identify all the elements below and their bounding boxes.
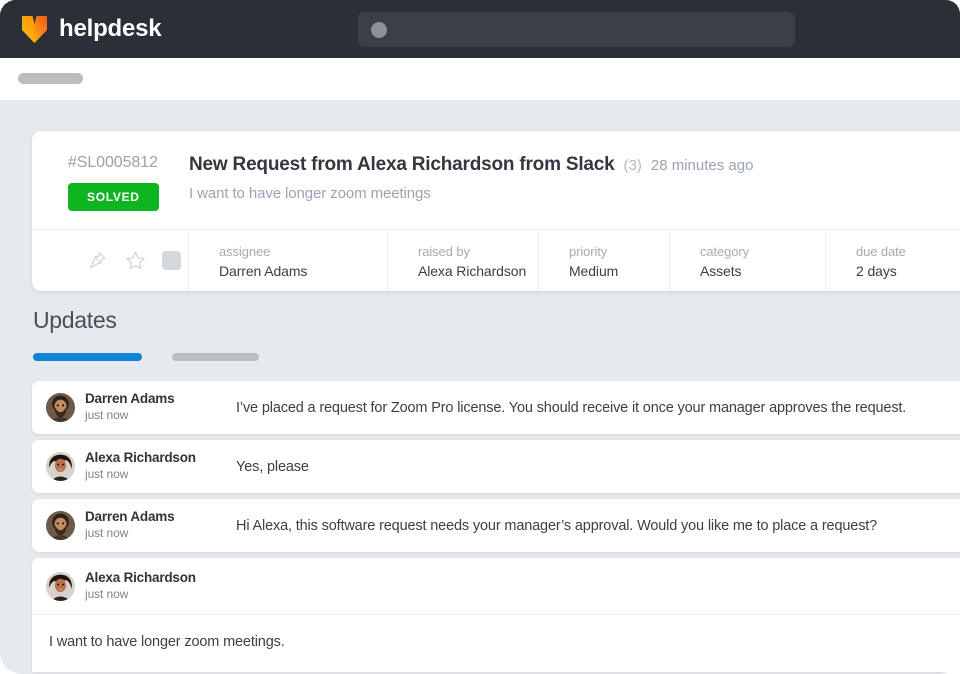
tab-updates[interactable] [33,353,142,361]
message-text: Hi Alexa, this software request needs yo… [236,518,877,534]
meta-assignee-label: assignee [219,244,387,259]
message-row[interactable]: Darren Adams just now I’ve placed a requ… [32,381,960,434]
search-bar[interactable] [358,12,795,47]
breadcrumb[interactable] [18,73,83,84]
meta-priority-value[interactable]: Medium [569,263,669,279]
message-author-block: Alexa Richardson just now [46,570,960,614]
message-author-meta: Darren Adams just now [85,391,174,423]
message-timestamp: just now [85,587,196,603]
ticket-meta-row: assignee Darren Adams raised by Alexa Ri… [32,229,960,291]
meta-raised-by-value[interactable]: Alexa Richardson [418,263,538,279]
meta-category-value[interactable]: Assets [700,263,825,279]
meta-raised-by: raised by Alexa Richardson [388,230,539,291]
ticket-timestamp: 28 minutes ago [651,157,754,174]
gray-square-icon[interactable] [162,251,181,270]
star-icon[interactable] [124,250,146,272]
message-list: Darren Adams just now I’ve placed a requ… [32,381,960,672]
app-window: helpdesk #SL0005812 SOLVED New Request f… [0,0,960,674]
meta-assignee: assignee Darren Adams [189,230,388,291]
search-dot-icon [371,22,387,38]
darren-avatar [46,511,75,540]
meta-category-label: category [700,244,825,259]
pushpin-icon[interactable] [86,250,108,272]
alexa-avatar [46,452,75,481]
main-content: #SL0005812 SOLVED New Request from Alexa… [0,100,960,674]
ticket-card: #SL0005812 SOLVED New Request from Alexa… [32,131,960,291]
message-author-block: Alexa Richardson just now [46,450,236,482]
meta-priority-label: priority [569,244,669,259]
ticket-header: #SL0005812 SOLVED New Request from Alexa… [32,131,960,229]
message-timestamp: just now [85,526,174,542]
brand-name: helpdesk [59,17,161,41]
message-author-name: Darren Adams [85,509,174,526]
ticket-title-column: New Request from Alexa Richardson from S… [189,153,960,202]
message-text: I’ve placed a request for Zoom Pro licen… [236,400,906,416]
message-author-meta: Darren Adams just now [85,509,174,541]
top-header-bar: helpdesk [0,0,960,58]
tab-properties[interactable] [172,353,259,361]
darren-avatar [46,393,75,422]
brand-logo[interactable]: helpdesk [21,15,161,44]
ticket-id-column: #SL0005812 SOLVED [32,153,189,211]
message-row-expanded[interactable]: Alexa Richardson just now I want to have… [32,558,960,672]
updates-tabs [33,353,259,361]
ticket-message-count: (3) [624,157,642,174]
alexa-avatar [46,572,75,601]
search-input[interactable] [387,22,795,37]
message-author-block: Darren Adams just now [46,509,236,541]
message-text: Yes, please [236,459,309,475]
message-author-meta: Alexa Richardson just now [85,570,196,602]
meta-due-date-label: due date [856,244,960,259]
breadcrumb-bar [0,58,960,100]
message-author-meta: Alexa Richardson just now [85,450,196,482]
meta-due-date: due date 2 days [826,230,960,291]
ticket-subject: I want to have longer zoom meetings [189,185,960,202]
meta-category: category Assets [670,230,826,291]
meta-assignee-value[interactable]: Darren Adams [219,263,387,279]
page-title: New Request from Alexa Richardson from S… [189,154,615,176]
message-author-name: Alexa Richardson [85,570,196,587]
ticket-id: #SL0005812 [68,153,189,172]
ticket-action-icons [32,230,189,291]
message-text: I want to have longer zoom meetings. [32,614,960,672]
message-timestamp: just now [85,408,174,424]
meta-priority: priority Medium [539,230,670,291]
message-author-name: Alexa Richardson [85,450,196,467]
message-author-name: Darren Adams [85,391,174,408]
fox-logo-icon [21,15,48,44]
meta-due-date-value[interactable]: 2 days [856,263,960,279]
updates-heading: Updates [33,307,117,334]
status-badge[interactable]: SOLVED [68,183,159,211]
message-timestamp: just now [85,467,196,483]
meta-raised-by-label: raised by [418,244,538,259]
message-row[interactable]: Darren Adams just now Hi Alexa, this sof… [32,499,960,552]
message-author-block: Darren Adams just now [46,391,236,423]
message-row[interactable]: Alexa Richardson just now Yes, please [32,440,960,493]
